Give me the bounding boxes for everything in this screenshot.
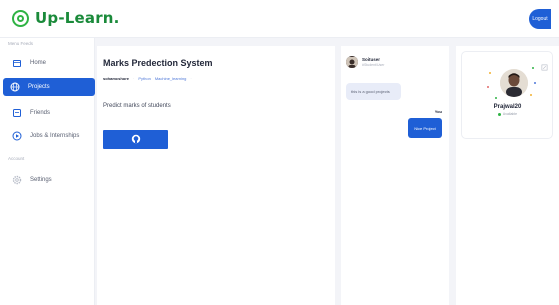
project-description: Predict marks of students — [103, 103, 171, 109]
gear-icon — [12, 175, 22, 185]
chat-panel: Soituser #Student/User this is a good pr… — [341, 46, 449, 305]
decoration-dot — [530, 94, 532, 96]
sidebar-item-home[interactable]: Home — [5, 54, 90, 72]
decoration-dot — [532, 67, 534, 69]
you-label: You — [434, 109, 442, 114]
logo-icon — [12, 9, 29, 27]
sidebar-item-label: Home — [30, 60, 47, 66]
logout-button[interactable]: Logout — [529, 9, 551, 29]
sidebar-item-label: Projects — [28, 84, 50, 90]
decoration-dot — [487, 86, 489, 88]
profile-status: Available — [456, 112, 559, 116]
sidebar-item-label: Jobs & Internships — [30, 133, 80, 139]
project-tag[interactable]: Python — [138, 76, 150, 81]
decoration-dot — [534, 82, 536, 84]
avatar[interactable] — [346, 56, 358, 68]
top-bar: Up-Learn. Logout — [0, 0, 559, 38]
logo-text: Up-Learn. — [35, 9, 120, 27]
profile-panel: Prajwal20 Available — [456, 46, 559, 305]
edit-icon[interactable] — [541, 64, 548, 71]
chat-user-subtitle: #Student/User — [362, 63, 385, 67]
project-card: Marks Predection System sohamcshore · Py… — [97, 46, 335, 305]
decoration-dot — [495, 97, 497, 99]
menu-section-label: Menu Feeds — [8, 41, 34, 46]
decoration-dot — [489, 72, 491, 74]
logo[interactable]: Up-Learn. — [12, 9, 120, 27]
sidebar: Menu Feeds Home Projects Friends Jobs & … — [0, 38, 95, 305]
project-owner[interactable]: sohamcshore — [103, 76, 129, 81]
globe-icon — [10, 82, 20, 92]
sidebar-item-friends[interactable]: Friends — [5, 104, 90, 122]
project-title: Marks Predection System — [103, 58, 213, 68]
project-tag[interactable]: Machine_learning — [155, 76, 187, 81]
incoming-message: this is a good projects — [346, 83, 401, 100]
sidebar-item-settings[interactable]: Settings — [5, 171, 90, 189]
chat-header: Soituser #Student/User — [346, 56, 384, 68]
home-icon — [12, 58, 22, 68]
github-icon — [131, 132, 141, 147]
profile-avatar[interactable] — [500, 69, 528, 97]
play-circle-icon — [12, 131, 22, 141]
account-section-label: Account — [8, 156, 25, 161]
chat-user-name: Soituser — [362, 57, 381, 62]
status-dot — [497, 112, 501, 116]
sidebar-item-jobs[interactable]: Jobs & Internships — [5, 127, 90, 145]
sidebar-item-label: Friends — [30, 110, 51, 116]
sidebar-item-projects[interactable]: Projects — [3, 78, 95, 96]
github-button[interactable] — [103, 130, 168, 149]
profile-status-label: Available — [502, 112, 518, 116]
friends-icon — [12, 108, 22, 118]
profile-card — [461, 51, 553, 139]
project-meta: sohamcshore · Python Machine_learning · — [103, 76, 192, 81]
sidebar-item-label: Settings — [30, 177, 52, 183]
outgoing-message: Nice Project — [408, 118, 442, 138]
profile-name: Prajwal20 — [493, 104, 522, 110]
